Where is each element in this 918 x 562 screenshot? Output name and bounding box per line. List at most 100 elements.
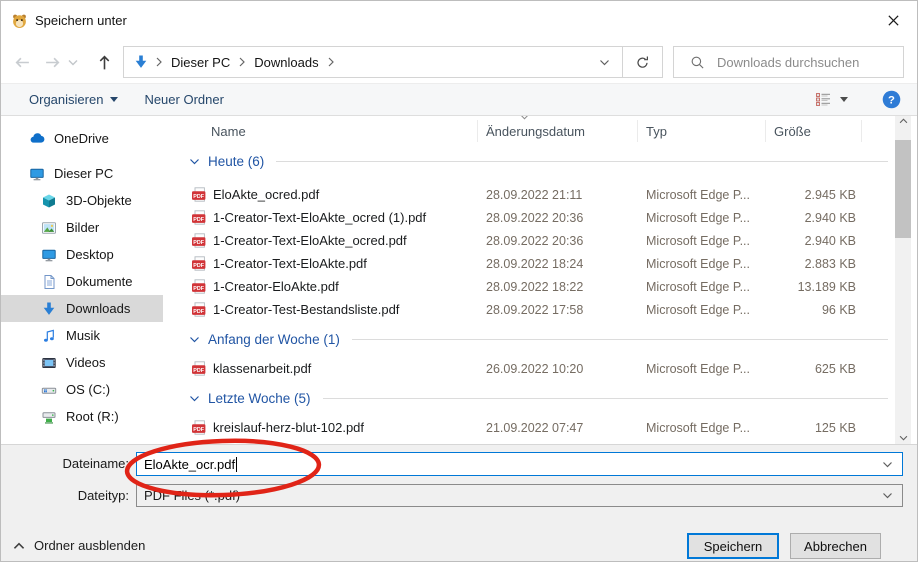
- file-type: Microsoft Edge P...: [638, 280, 766, 294]
- column-header-size[interactable]: Größe: [766, 120, 862, 142]
- svg-text:PDF: PDF: [193, 426, 204, 432]
- file-row[interactable]: PDF1-Creator-Text-EloAkte_ocred.pdf28.09…: [186, 229, 894, 252]
- sidebar-item-onedrive[interactable]: OneDrive: [1, 125, 163, 152]
- sidebar-item-label: 3D-Objekte: [66, 193, 132, 208]
- scrollbar-thumb[interactable]: [895, 140, 911, 238]
- sidebar-item-label: Downloads: [66, 301, 130, 316]
- sidebar-item-os-c-[interactable]: OS (C:): [1, 376, 163, 403]
- file-size: 13.189 KB: [766, 280, 862, 294]
- pdf-icon: PDF: [191, 210, 207, 225]
- sidebar-item-musik[interactable]: Musik: [1, 322, 163, 349]
- refresh-button[interactable]: [622, 47, 662, 77]
- list-scrollbar[interactable]: [895, 116, 911, 444]
- organize-button[interactable]: Organisieren: [29, 92, 118, 107]
- breadcrumb-item-downloads[interactable]: Downloads: [252, 55, 320, 70]
- sidebar-item-label: Desktop: [66, 247, 114, 262]
- sidebar-item-label: Musik: [66, 328, 100, 343]
- sidebar-item-label: Root (R:): [66, 409, 119, 424]
- 3d-objects-icon: [41, 193, 57, 209]
- column-header-name[interactable]: Name: [186, 120, 478, 142]
- cancel-button[interactable]: Abbrechen: [790, 533, 881, 559]
- file-row[interactable]: PDF1-Creator-Test-Bestandsliste.pdf28.09…: [186, 298, 894, 321]
- scroll-down-icon[interactable]: [895, 435, 911, 441]
- command-toolbar: Organisieren Neuer Ordner ?: [1, 83, 917, 116]
- scroll-up-icon[interactable]: [895, 118, 911, 124]
- title-bar: Speichern unter: [1, 1, 917, 41]
- file-type: Microsoft Edge P...: [638, 421, 766, 435]
- up-button[interactable]: [91, 50, 117, 74]
- chevron-down-icon: [189, 395, 200, 402]
- file-row[interactable]: PDFEloAkte_ocred.pdf28.09.2022 21:11Micr…: [186, 183, 894, 206]
- group-label: Letzte Woche (5): [208, 391, 311, 406]
- sidebar-item-desktop[interactable]: Desktop: [1, 241, 163, 268]
- address-dropdown-chevron-icon[interactable]: [599, 59, 610, 66]
- sidebar-item-dieser-pc[interactable]: Dieser PC: [1, 160, 163, 187]
- file-size: 2.883 KB: [766, 257, 862, 271]
- file-type: Microsoft Edge P...: [638, 362, 766, 376]
- change-view-button[interactable]: [815, 92, 848, 107]
- file-date: 28.09.2022 17:58: [478, 303, 638, 317]
- sidebar-item-3d-objekte[interactable]: 3D-Objekte: [1, 187, 163, 214]
- file-row[interactable]: PDF1-Creator-EloAkte.pdf28.09.2022 18:22…: [186, 275, 894, 298]
- chevron-down-icon[interactable]: [882, 492, 893, 499]
- file-date: 28.09.2022 20:36: [478, 211, 638, 225]
- pdf-icon: PDF: [191, 420, 207, 435]
- filename-input[interactable]: EloAkte_ocr.pdf: [136, 452, 903, 476]
- save-button[interactable]: Speichern: [687, 533, 779, 559]
- svg-text:PDF: PDF: [193, 308, 204, 314]
- column-header-date[interactable]: Änderungsdatum: [478, 120, 638, 142]
- file-name: PDF1-Creator-EloAkte.pdf: [186, 279, 478, 294]
- downloads-icon: [133, 54, 149, 70]
- forward-button[interactable]: [39, 50, 65, 74]
- file-name: PDFkreislauf-herz-blut-102.pdf: [186, 420, 478, 435]
- breadcrumb-item-dieser-pc[interactable]: Dieser PC: [169, 55, 232, 70]
- group-divider: [276, 161, 888, 162]
- pdf-icon: PDF: [191, 233, 207, 248]
- file-row[interactable]: PDFklassenarbeit.pdf26.09.2022 10:20Micr…: [186, 357, 894, 380]
- group-header[interactable]: Anfang der Woche (1): [186, 327, 894, 351]
- file-date: 28.09.2022 18:24: [478, 257, 638, 271]
- downloads-icon: [41, 301, 57, 317]
- sidebar-item-bilder[interactable]: Bilder: [1, 214, 163, 241]
- pdf-icon: PDF: [191, 279, 207, 294]
- sidebar-item-videos[interactable]: Videos: [1, 349, 163, 376]
- sidebar-item-label: OS (C:): [66, 382, 110, 397]
- file-date: 28.09.2022 18:22: [478, 280, 638, 294]
- address-bar[interactable]: Dieser PC Downloads: [123, 46, 663, 78]
- file-name: PDF1-Creator-Text-EloAkte_ocred (1).pdf: [186, 210, 478, 225]
- file-name: PDFEloAkte_ocred.pdf: [186, 187, 478, 202]
- search-input[interactable]: Downloads durchsuchen: [673, 46, 904, 78]
- file-row[interactable]: PDF1-Creator-Text-EloAkte_ocred (1).pdf2…: [186, 206, 894, 229]
- column-header-type[interactable]: Typ: [638, 120, 766, 142]
- file-row[interactable]: PDFkreislauf-herz-blut-102.pdf21.09.2022…: [186, 416, 894, 439]
- new-folder-button[interactable]: Neuer Ordner: [144, 92, 223, 107]
- chevron-right-icon: [156, 57, 162, 67]
- help-icon[interactable]: ?: [882, 90, 901, 109]
- group-header[interactable]: Letzte Woche (5): [186, 386, 894, 410]
- svg-text:?: ?: [888, 95, 895, 107]
- computer-icon: [29, 166, 45, 182]
- search-placeholder: Downloads durchsuchen: [717, 55, 859, 70]
- sidebar-item-dokumente[interactable]: Dokumente: [1, 268, 163, 295]
- group-header[interactable]: Heute (6): [186, 149, 894, 173]
- network-drive-icon: [41, 409, 57, 425]
- back-button[interactable]: [9, 50, 35, 74]
- search-icon: [689, 54, 705, 70]
- breadcrumb: Dieser PC Downloads: [124, 54, 593, 70]
- arrow-up-icon: [97, 54, 112, 71]
- svg-text:PDF: PDF: [193, 239, 204, 245]
- file-type: Microsoft Edge P...: [638, 188, 766, 202]
- chevron-down-icon[interactable]: [882, 461, 893, 468]
- toolbar-right: ?: [815, 90, 901, 109]
- sidebar-item-downloads[interactable]: Downloads: [1, 295, 163, 322]
- filetype-select[interactable]: PDF Files (*.pdf): [136, 484, 903, 507]
- sidebar-item-root-r-[interactable]: Root (R:): [1, 403, 163, 430]
- file-size: 2.940 KB: [766, 234, 862, 248]
- recent-locations-button[interactable]: [65, 50, 81, 74]
- close-button[interactable]: [875, 5, 911, 35]
- group-label: Anfang der Woche (1): [208, 332, 340, 347]
- hide-folders-button[interactable]: Ordner ausblenden: [13, 538, 145, 553]
- file-date: 26.09.2022 10:20: [478, 362, 638, 376]
- file-row[interactable]: PDF1-Creator-Text-EloAkte.pdf28.09.2022 …: [186, 252, 894, 275]
- chevron-up-icon: [13, 542, 25, 550]
